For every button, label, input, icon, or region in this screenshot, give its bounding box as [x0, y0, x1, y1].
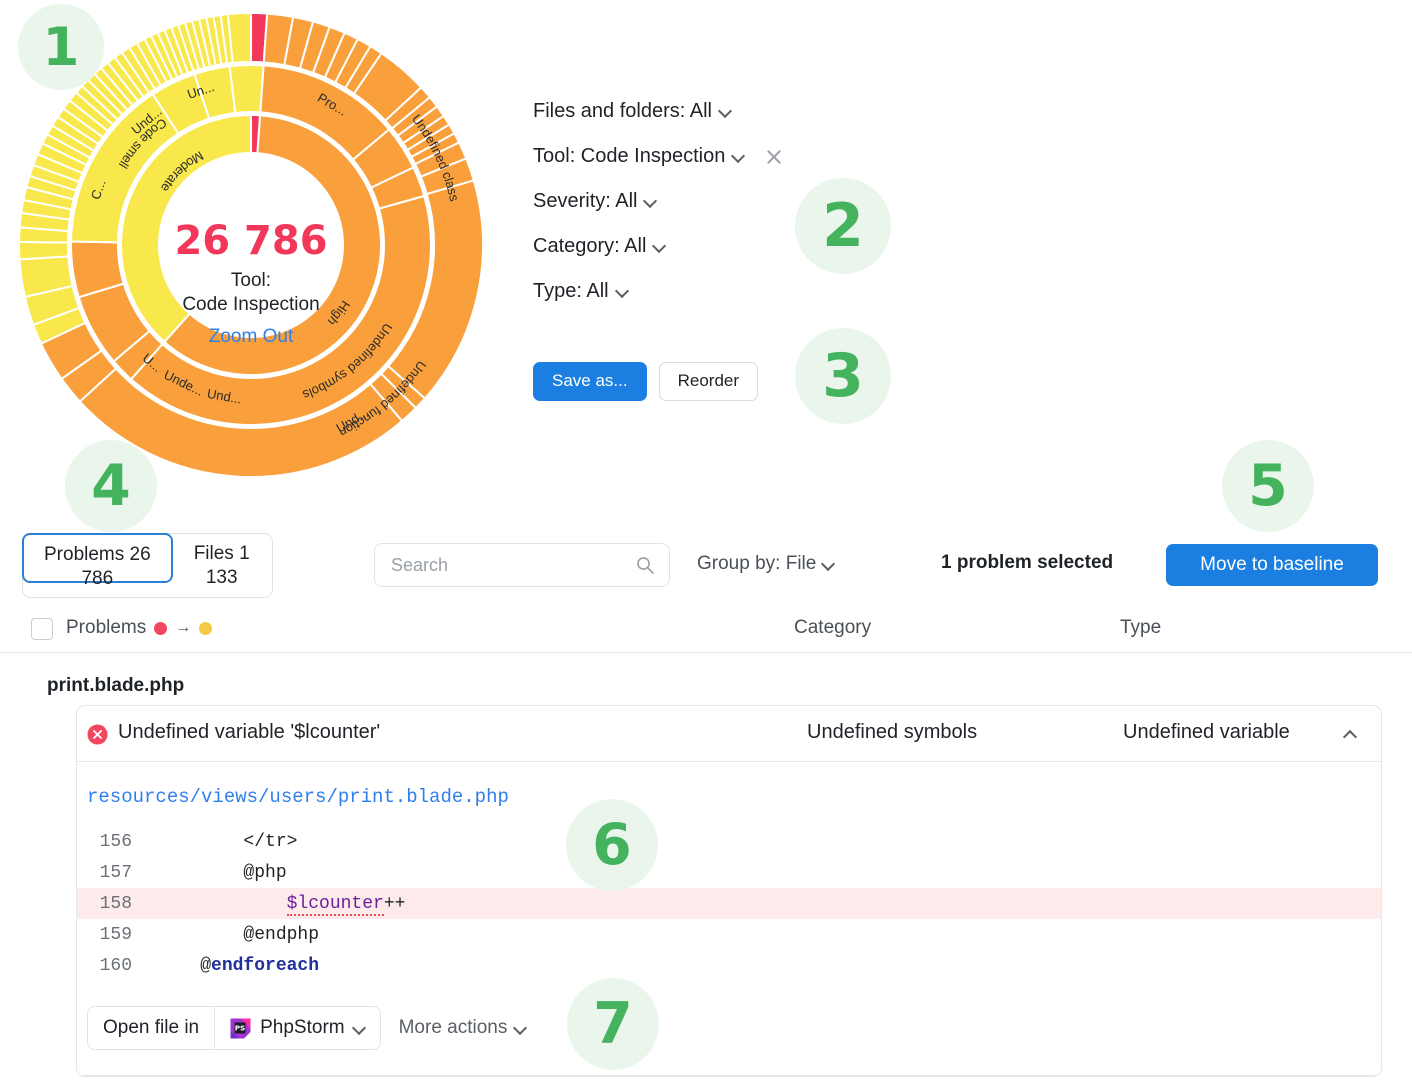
problem-action-bar: Open file in PS PhpStorm More actions: [87, 1006, 527, 1050]
tab-files-count-bottom: 133: [194, 566, 250, 590]
ide-name-label: PhpStorm: [260, 1017, 344, 1039]
code-line-number: 159: [86, 925, 132, 945]
tab-problems-count-bottom: 786: [44, 567, 151, 591]
severity-dot-yellow-icon: [199, 622, 212, 635]
chevron-down-icon: [732, 150, 745, 163]
chevron-down-icon: [822, 558, 835, 571]
sunburst-segment[interactable]: [230, 65, 264, 113]
filter-category[interactable]: Category: All: [533, 235, 666, 258]
code-line: 156 </tr>: [77, 826, 1382, 857]
code-line-text: @endforeach: [157, 956, 319, 976]
code-line-text: @php: [157, 863, 287, 883]
ide-selector[interactable]: PS PhpStorm: [214, 1007, 379, 1049]
filter-files-and-folders[interactable]: Files and folders: All: [533, 100, 732, 123]
sunburst-center-count: 26 786: [174, 218, 327, 264]
tab-problems-label: Problems 26: [44, 543, 151, 567]
problem-type: Undefined variable: [1123, 721, 1290, 744]
column-header-type[interactable]: Type: [1120, 617, 1161, 639]
search-field[interactable]: [374, 543, 670, 587]
sunburst-segment[interactable]: [19, 242, 68, 259]
filter-files-and-folders-label: Files and folders: All: [533, 100, 712, 123]
open-file-control: Open file in PS PhpStorm: [87, 1006, 381, 1050]
code-line-number: 156: [86, 832, 132, 852]
filter-panel: Files and folders: All Tool: Code Inspec…: [533, 100, 784, 325]
phpstorm-icon: PS: [229, 1017, 252, 1040]
chevron-down-icon: [644, 195, 657, 208]
select-all-checkbox[interactable]: [31, 618, 53, 640]
selected-count-label: 1 problem selected: [941, 552, 1113, 574]
move-to-baseline-button[interactable]: Move to baseline: [1166, 544, 1378, 586]
chevron-down-icon: [514, 1022, 527, 1035]
more-actions-button[interactable]: More actions: [399, 1017, 528, 1039]
problem-category: Undefined symbols: [807, 721, 977, 744]
list-header: Problems → Category Type: [0, 608, 1412, 652]
filter-category-label: Category: All: [533, 235, 646, 258]
code-line: 159 @endphp: [77, 919, 1382, 950]
column-header-category[interactable]: Category: [794, 617, 871, 639]
svg-text:PS: PS: [235, 1023, 245, 1032]
code-line-number: 157: [86, 863, 132, 883]
header-divider: [0, 652, 1412, 653]
tab-problems[interactable]: Problems 26 786: [22, 533, 173, 583]
problem-row[interactable]: Undefined variable '$lcounter' Undefined…: [77, 706, 1381, 762]
filter-tool-label: Tool: Code Inspection: [533, 145, 725, 168]
code-line-text: @endphp: [157, 925, 319, 945]
sunburst-segment[interactable]: [228, 13, 251, 63]
column-header-problems-label: Problems: [66, 617, 146, 639]
code-line-number: 158: [86, 894, 132, 914]
sunburst-center-label-line2: Code Inspection: [182, 294, 319, 315]
code-line-number: 160: [86, 956, 132, 976]
search-icon: [635, 555, 655, 575]
filter-severity[interactable]: Severity: All: [533, 190, 657, 213]
search-input[interactable]: [389, 554, 635, 577]
annotation-badge-3: 3: [795, 328, 891, 424]
annotation-badge-5: 5: [1222, 440, 1314, 532]
zoom-out-link[interactable]: Zoom Out: [209, 326, 294, 347]
filter-tool[interactable]: Tool: Code Inspection: [533, 145, 784, 168]
annotation-badge-2: 2: [795, 178, 891, 274]
filter-type[interactable]: Type: All: [533, 280, 629, 303]
sort-arrow-icon: →: [175, 619, 191, 637]
save-as-button[interactable]: Save as...: [533, 362, 647, 401]
filter-actions: Save as... Reorder: [533, 362, 758, 401]
code-line-text: </tr>: [157, 832, 297, 852]
sunburst-center-label-line1: Tool:: [231, 270, 271, 291]
filter-type-label: Type: All: [533, 280, 609, 303]
code-line: 158 $lcounter++: [77, 888, 1382, 919]
filter-severity-label: Severity: All: [533, 190, 637, 213]
chevron-down-icon: [616, 285, 629, 298]
severity-dot-red-icon: [154, 622, 167, 635]
chevron-down-icon: [719, 105, 732, 118]
code-line: 160 @endforeach: [77, 950, 1382, 981]
problem-title: Undefined variable '$lcounter': [118, 721, 380, 744]
result-tabs: Problems 26 786 Files 1 133: [22, 533, 273, 598]
card-divider: [77, 1075, 1382, 1076]
tab-files[interactable]: Files 1 133: [172, 534, 272, 597]
chevron-down-icon: [353, 1022, 366, 1035]
problem-file-path[interactable]: resources/views/users/print.blade.php: [87, 786, 509, 808]
more-actions-label: More actions: [399, 1017, 508, 1039]
clear-tool-filter-icon[interactable]: [764, 147, 784, 167]
error-icon: [87, 724, 108, 745]
group-by-selector[interactable]: Group by: File: [697, 553, 835, 575]
column-header-problems[interactable]: Problems →: [66, 617, 212, 639]
code-line-text: $lcounter++: [157, 894, 405, 914]
reorder-button[interactable]: Reorder: [659, 362, 758, 401]
chevron-down-icon: [653, 240, 666, 253]
code-snippet: 156 </tr>157 @php158 $lcounter++159 @end…: [77, 826, 1382, 981]
tab-files-label: Files 1: [194, 542, 250, 566]
sunburst-chart[interactable]: Moderate High Code smell Undefined symbo…: [14, 8, 488, 482]
chevron-up-icon[interactable]: [1344, 728, 1357, 741]
open-file-button[interactable]: Open file in: [88, 1007, 214, 1049]
group-by-label: Group by: File: [697, 553, 816, 575]
file-group-title[interactable]: print.blade.php: [47, 675, 184, 697]
code-line: 157 @php: [77, 857, 1382, 888]
problem-card: Undefined variable '$lcounter' Undefined…: [76, 705, 1382, 1077]
